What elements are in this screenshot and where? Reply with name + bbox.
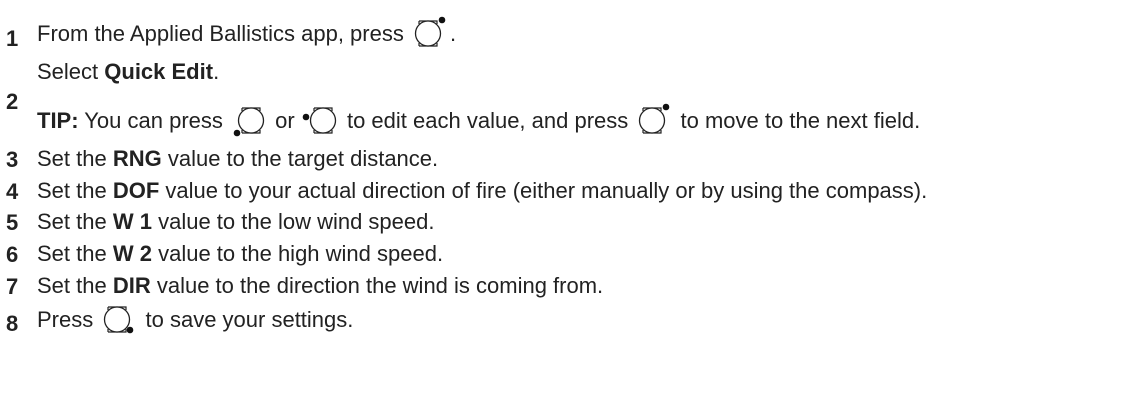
step-text: Press to save your settings. — [37, 303, 353, 339]
step-text: Set the W 1 value to the low wind speed. — [37, 209, 435, 234]
step-number: 5 — [6, 210, 19, 235]
watch-button-upper-right-icon — [634, 102, 674, 138]
watch-button-lower-right-icon — [99, 301, 139, 337]
step-number: 1 — [6, 26, 19, 51]
rng-label: RNG — [112, 146, 162, 171]
w2-label: W 2 — [112, 241, 152, 266]
watch-button-lower-left-icon — [229, 102, 269, 138]
quick-edit-label: Quick Edit — [104, 59, 214, 84]
step-text: From the Applied Ballistics app, press . — [37, 15, 456, 53]
step-text: Select Quick Edit. — [37, 59, 220, 84]
step-text: Set the W 2 value to the high wind speed… — [37, 241, 444, 266]
step-number: 8 — [6, 311, 19, 336]
tip: TIP: You can press or to edit each value… — [37, 102, 920, 140]
dof-label: DOF — [112, 178, 160, 203]
step-number: 4 — [6, 179, 19, 204]
w1-label: W 1 — [112, 209, 152, 234]
step-number: 3 — [6, 147, 19, 172]
step-number: 6 — [6, 242, 19, 267]
tip-label: TIP: — [37, 107, 79, 133]
watch-button-upper-right-icon — [410, 15, 450, 51]
step-number: 7 — [6, 274, 19, 299]
step-text: Set the RNG value to the target distance… — [37, 146, 439, 171]
step-text: Set the DOF value to your actual directi… — [37, 178, 928, 203]
watch-button-middle-left-icon — [301, 102, 341, 138]
step-number: 2 — [6, 89, 19, 114]
step-text: Set the DIR value to the direction the w… — [37, 273, 604, 298]
dir-label: DIR — [112, 273, 151, 298]
